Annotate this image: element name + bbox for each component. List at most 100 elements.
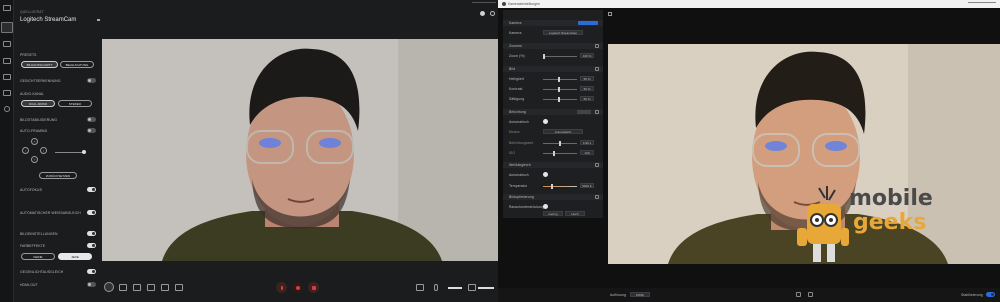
section-white-title: Weißabgleich xyxy=(509,163,531,167)
auto-framing-toggle[interactable] xyxy=(87,128,96,133)
backlight-toggle[interactable] xyxy=(87,269,96,274)
exposure-auto-radio[interactable] xyxy=(543,119,548,124)
noise-radio[interactable] xyxy=(543,204,548,209)
chevron-down-icon[interactable] xyxy=(97,19,100,21)
snapshot-button[interactable] xyxy=(308,282,319,293)
autofocus-label: AUTOFOKUS xyxy=(20,188,42,192)
brightness-value[interactable]: 50 % xyxy=(580,76,594,81)
layout-icon[interactable] xyxy=(3,90,11,96)
pan-right-icon[interactable]: › xyxy=(40,147,47,154)
window-controls[interactable] xyxy=(472,2,496,5)
folder-icon[interactable] xyxy=(416,284,424,291)
reset-icon[interactable] xyxy=(595,44,599,48)
volume-slider[interactable] xyxy=(448,287,462,289)
stereo-button[interactable]: STEREO xyxy=(58,100,92,107)
video-icon[interactable] xyxy=(3,58,11,64)
iso-value[interactable]: 100 xyxy=(580,150,594,155)
stabilization-footer-toggle[interactable] xyxy=(986,292,995,297)
exposure-mode-label: Modus xyxy=(509,130,520,134)
zoom-value[interactable]: 100 % xyxy=(580,53,594,58)
layout-pip-icon[interactable] xyxy=(119,284,127,291)
layout-full-icon[interactable] xyxy=(175,284,183,291)
color-effects-toggle[interactable] xyxy=(87,243,96,248)
temperature-value[interactable]: 5000 K xyxy=(580,183,594,188)
section-image[interactable]: Bild xyxy=(503,66,603,72)
face-detection-toggle[interactable] xyxy=(87,78,96,83)
noise-low-button[interactable]: Gering xyxy=(543,211,563,216)
effect-none-button[interactable]: KEINE xyxy=(21,253,55,260)
framing-button[interactable]: BILDAUSSCHNITT xyxy=(21,61,58,68)
camera-icon[interactable] xyxy=(3,5,11,11)
moon-icon[interactable] xyxy=(480,11,485,16)
section-zoom[interactable]: Zoomen xyxy=(503,43,603,49)
layout-grid-icon[interactable] xyxy=(161,284,169,291)
window-title: Kameraeinstellungen xyxy=(508,2,540,6)
autofocus-toggle[interactable] xyxy=(87,187,96,192)
temperature-slider[interactable] xyxy=(543,184,577,189)
section-exposure[interactable]: Belichtung xyxy=(503,109,603,115)
audio-icon[interactable] xyxy=(3,74,11,80)
zoom-slider-handle[interactable] xyxy=(82,150,86,154)
layout-single-icon[interactable] xyxy=(104,282,114,292)
gear-icon[interactable] xyxy=(490,11,495,16)
image-settings-toggle[interactable] xyxy=(87,231,96,236)
resolution-select[interactable]: 1080p xyxy=(630,292,650,297)
brightness-slider[interactable] xyxy=(543,77,577,82)
streaming-app-window: QUELLGERÄT Logitech StreamCam PRESETS BI… xyxy=(0,0,498,302)
shutter-value[interactable]: 1/30 s xyxy=(580,140,594,145)
hdmi-out-toggle[interactable] xyxy=(87,282,96,287)
camera-snap-icon[interactable] xyxy=(796,292,801,297)
reset-icon[interactable] xyxy=(595,67,599,71)
mic-mute-button[interactable] xyxy=(276,282,287,293)
white-auto-label: Automatisch xyxy=(509,173,529,177)
white-auto-radio[interactable] xyxy=(543,172,548,177)
camera-select-label: Kamera xyxy=(509,31,522,35)
shutter-slider[interactable] xyxy=(543,141,577,146)
sidebar-toggle-icon[interactable] xyxy=(608,12,612,16)
layout-split-icon[interactable] xyxy=(133,284,141,291)
reset-button[interactable]: ZURÜCKSETZEN xyxy=(39,172,77,179)
exposure-mode-badge[interactable] xyxy=(577,110,591,114)
record-button[interactable] xyxy=(292,282,303,293)
layout-side-icon[interactable] xyxy=(147,284,155,291)
section-white-balance[interactable]: Weißabgleich xyxy=(503,162,603,168)
stabilization-toggle[interactable] xyxy=(87,117,96,122)
noise-high-button[interactable]: Hoch xyxy=(565,211,585,216)
app-nav-rail xyxy=(0,0,14,302)
device-name[interactable]: Logitech StreamCam xyxy=(20,17,76,23)
auto-white-toggle[interactable] xyxy=(87,210,96,215)
window-controls[interactable] xyxy=(968,2,996,6)
image-icon[interactable] xyxy=(1,22,13,33)
saturation-value[interactable]: 50 % xyxy=(580,96,594,101)
auto-white-label: AUTOMATISCHER WEISSABGLEICH xyxy=(20,211,81,215)
reset-icon[interactable] xyxy=(595,110,599,114)
exposure-auto-label: Automatisch xyxy=(509,120,529,124)
dual-mono-button[interactable]: DUAL-MONO xyxy=(21,100,55,107)
reset-icon[interactable] xyxy=(595,195,599,199)
reset-icon[interactable] xyxy=(595,163,599,167)
pan-left-icon[interactable]: ‹ xyxy=(22,147,29,154)
user-icon[interactable] xyxy=(4,106,10,112)
saturation-slider[interactable] xyxy=(543,97,577,102)
mic-icon[interactable] xyxy=(434,284,438,291)
section-camera[interactable]: Kamera xyxy=(503,20,603,26)
pan-up-icon[interactable]: ˄ xyxy=(31,138,38,145)
effect-any-button[interactable]: JEDE xyxy=(58,253,92,260)
flip-icon[interactable] xyxy=(808,292,813,297)
exposure-mode-select[interactable]: Automatisch xyxy=(543,129,583,134)
camera-active-badge xyxy=(578,21,598,25)
iso-slider[interactable] xyxy=(543,151,577,156)
lighting-button[interactable]: BELEUCHTUNG xyxy=(60,61,94,68)
contrast-slider[interactable] xyxy=(543,87,577,92)
brush-icon[interactable] xyxy=(3,41,11,47)
section-extra-title: Bildoptimierung xyxy=(509,195,534,199)
zoom-slider[interactable] xyxy=(543,54,577,59)
speaker-icon[interactable] xyxy=(468,284,476,291)
contrast-value[interactable]: 50 % xyxy=(580,86,594,91)
pan-down-icon[interactable]: ˅ xyxy=(31,156,38,163)
hdmi-out-label: HDMI-OUT xyxy=(20,283,38,287)
output-volume-slider[interactable] xyxy=(478,287,494,289)
section-enhancement[interactable]: Bildoptimierung xyxy=(503,194,603,200)
camera-select[interactable]: Logitech StreamCam xyxy=(543,30,583,35)
contrast-label: Kontrast xyxy=(509,87,523,91)
